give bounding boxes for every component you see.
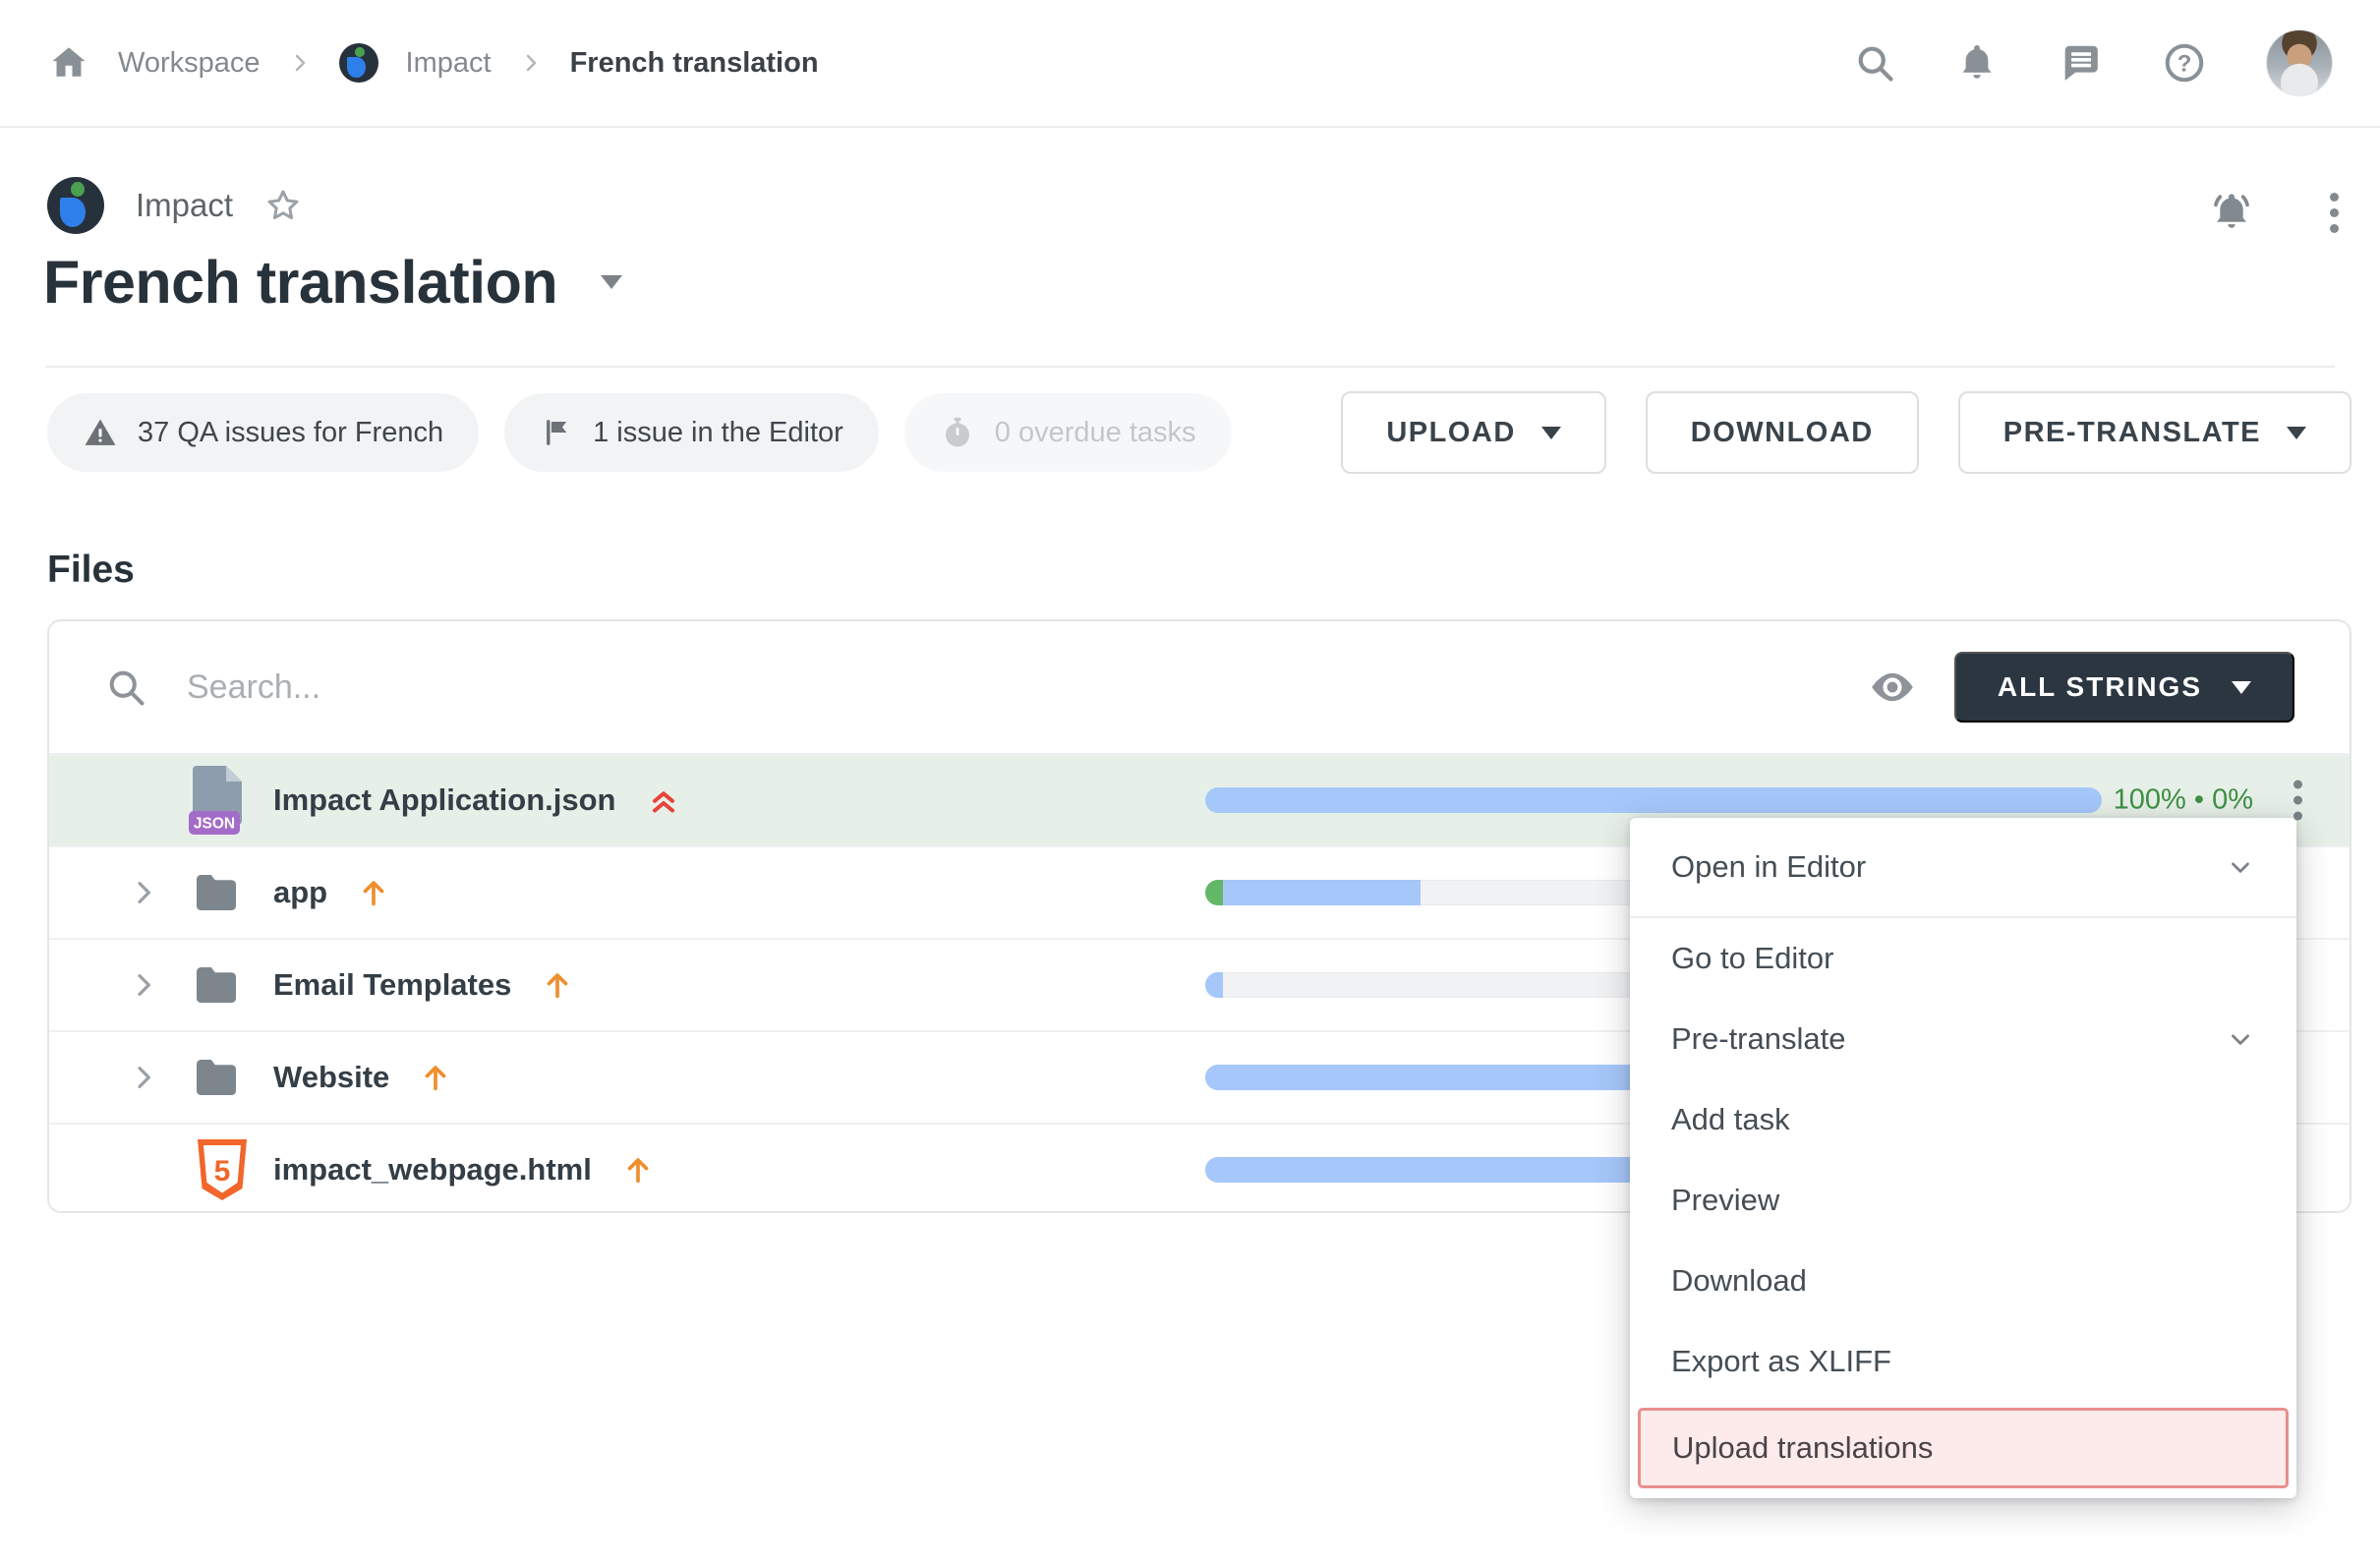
project-page: Workspace Impact French translation ?: [0, 0, 2380, 1565]
folder-icon: [193, 1058, 240, 1097]
chevron-down-icon: [2287, 427, 2306, 439]
impact-project-logo: [339, 43, 378, 83]
impact-project-logo: [47, 177, 104, 234]
menu-item-download[interactable]: Download: [1630, 1241, 2296, 1321]
breadcrumb-current: French translation: [570, 47, 819, 80]
menu-item-label: Preview: [1671, 1183, 1779, 1218]
chevron-right-icon: [519, 51, 543, 75]
chevron-down-icon: [2232, 681, 2251, 694]
download-button[interactable]: DOWNLOAD: [1646, 391, 1919, 474]
overdue-tasks-badge: 0 overdue tasks: [904, 393, 1232, 472]
top-navigation-bar: Workspace Impact French translation ?: [0, 0, 2380, 128]
header-divider: [45, 366, 2335, 368]
breadcrumb-project[interactable]: Impact: [406, 47, 492, 80]
pre-translate-button-label: PRE-TRANSLATE: [2003, 417, 2261, 449]
breadcrumb: Workspace Impact French translation: [47, 41, 819, 85]
help-icon[interactable]: ?: [2162, 40, 2207, 86]
html-file-icon: 5: [195, 1137, 250, 1202]
menu-item-preview[interactable]: Preview: [1630, 1160, 2296, 1241]
translation-stats: 100% • 0%: [2114, 784, 2253, 817]
expand-chevron-icon[interactable]: [128, 969, 159, 1001]
menu-item-export-as-xliff[interactable]: Export as XLIFF: [1630, 1321, 2296, 1402]
qa-issues-badge[interactable]: 37 QA issues for French: [47, 393, 479, 472]
svg-text:5: 5: [214, 1155, 231, 1188]
project-header: Impact: [47, 177, 302, 234]
download-button-label: DOWNLOAD: [1691, 417, 1874, 449]
menu-item-go-to-editor[interactable]: Go to Editor: [1630, 918, 2296, 999]
file-actions: UPLOAD DOWNLOAD PRE-TRANSLATE: [1341, 391, 2351, 474]
row-menu-kebab-icon[interactable]: [2293, 781, 2302, 821]
project-name: Impact: [136, 187, 233, 224]
menu-item-label: Add task: [1671, 1102, 1790, 1137]
chat-icon[interactable]: [2058, 40, 2103, 86]
updated-arrow-icon: [357, 876, 390, 909]
folder-name: Email Templates: [273, 967, 511, 1003]
folder-icon: [193, 873, 240, 912]
updated-arrow-icon: [541, 968, 574, 1002]
menu-item-label: Export as XLIFF: [1671, 1344, 1891, 1379]
eye-visibility-icon[interactable]: [1868, 663, 1917, 712]
chevron-down-icon: [2226, 852, 2255, 882]
updated-arrow-icon: [419, 1061, 452, 1094]
upload-button-label: UPLOAD: [1386, 417, 1515, 449]
search-icon: [104, 666, 147, 709]
upload-button[interactable]: UPLOAD: [1341, 391, 1605, 474]
breadcrumb-workspace[interactable]: Workspace: [118, 47, 261, 80]
project-menu-kebab-icon[interactable]: [2330, 193, 2339, 233]
badge-label: 0 overdue tasks: [995, 417, 1196, 449]
stopwatch-icon: [940, 415, 975, 450]
file-name: Impact Application.json: [273, 782, 616, 818]
expand-chevron-icon[interactable]: [128, 1062, 159, 1093]
notifications-bell-icon[interactable]: [1955, 41, 1999, 85]
folder-name: app: [273, 875, 327, 910]
files-search-input[interactable]: [185, 667, 1830, 708]
files-search-row: ALL STRINGS: [49, 621, 2350, 753]
menu-item-label: Open in Editor: [1671, 849, 1866, 885]
status-badges: 37 QA issues for French 1 issue in the E…: [47, 393, 1232, 472]
folder-icon: [193, 965, 240, 1005]
folder-name: Website: [273, 1060, 389, 1095]
star-favorite-icon[interactable]: [264, 187, 302, 224]
menu-item-pre-translate[interactable]: Pre-translate: [1630, 999, 2296, 1079]
chevron-right-icon: [288, 51, 312, 75]
translation-progress-bar: [1205, 787, 2102, 813]
updated-arrow-icon: [621, 1153, 655, 1187]
home-icon[interactable]: [47, 41, 90, 85]
files-section-heading: Files: [47, 549, 135, 592]
badge-label: 1 issue in the Editor: [593, 417, 843, 449]
chevron-down-icon: [2226, 1024, 2255, 1054]
svg-text:?: ?: [2177, 50, 2192, 77]
menu-item-label: Download: [1671, 1263, 1807, 1299]
badge-label: 37 QA issues for French: [138, 417, 443, 449]
subscribe-bell-icon[interactable]: [2206, 187, 2257, 238]
menu-item-label: Upload translations: [1672, 1430, 1933, 1466]
menu-item-upload-translations[interactable]: Upload translations: [1638, 1408, 2289, 1488]
priority-high-icon: [646, 782, 681, 818]
svg-text:JSON: JSON: [194, 816, 235, 833]
title-dropdown-caret-icon[interactable]: [601, 275, 622, 289]
menu-item-open-in-editor[interactable]: Open in Editor: [1630, 818, 2296, 916]
expand-chevron-icon[interactable]: [128, 877, 159, 908]
file-name: impact_webpage.html: [273, 1152, 592, 1188]
pre-translate-button[interactable]: PRE-TRANSLATE: [1958, 391, 2351, 474]
menu-item-add-task[interactable]: Add task: [1630, 1079, 2296, 1160]
warning-triangle-icon: [83, 415, 118, 450]
json-file-icon: JSON: [189, 764, 248, 837]
page-title: French translation: [43, 248, 557, 317]
flag-icon: [540, 416, 573, 449]
chevron-down-icon: [1541, 427, 1561, 439]
menu-item-label: Go to Editor: [1671, 941, 1833, 976]
strings-filter-button[interactable]: ALL STRINGS: [1954, 652, 2294, 723]
editor-issues-badge[interactable]: 1 issue in the Editor: [504, 393, 879, 472]
search-icon[interactable]: [1853, 41, 1896, 85]
file-context-menu: Open in Editor Go to Editor Pre-translat…: [1630, 818, 2296, 1498]
strings-filter-label: ALL STRINGS: [1998, 671, 2202, 703]
project-header-actions: [2206, 187, 2339, 238]
menu-item-label: Pre-translate: [1671, 1021, 1845, 1057]
user-avatar[interactable]: [2266, 29, 2333, 96]
